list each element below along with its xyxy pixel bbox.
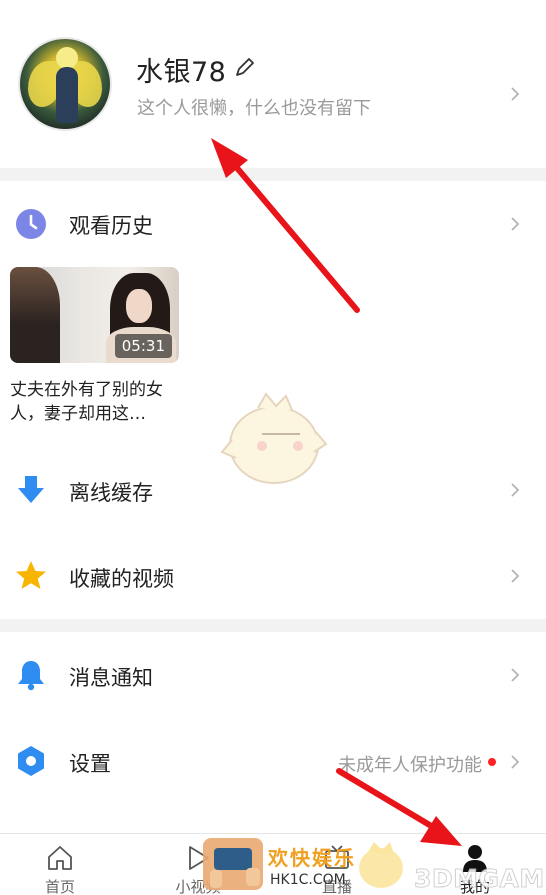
offline-cache-row[interactable]: 离线缓存 xyxy=(0,447,546,533)
notifications-row[interactable]: 消息通知 xyxy=(0,632,546,718)
tab-short-video-label: 小视频 xyxy=(175,878,221,895)
notification-dot xyxy=(488,758,496,766)
home-icon xyxy=(45,843,75,873)
watch-history-row[interactable]: 观看历史 xyxy=(0,181,546,267)
notifications-label: 消息通知 xyxy=(69,666,153,690)
offline-cache-label: 离线缓存 xyxy=(69,481,153,505)
tab-home-label: 首页 xyxy=(44,878,75,895)
watch-history-label: 观看历史 xyxy=(69,214,153,238)
chevron-right-icon xyxy=(510,86,520,102)
chevron-right-icon xyxy=(510,754,520,770)
section-divider xyxy=(0,168,546,181)
chevron-right-icon xyxy=(510,216,520,232)
favorites-row[interactable]: 收藏的视频 xyxy=(0,533,546,619)
favorites-label: 收藏的视频 xyxy=(69,567,174,591)
username: 水银78 xyxy=(136,57,227,88)
chevron-right-icon xyxy=(510,667,520,683)
watermark-site-cn: 欢快娱乐 xyxy=(268,846,356,870)
chevron-right-icon xyxy=(510,568,520,584)
minor-protection-label: 未成年人保护功能 xyxy=(338,755,482,776)
settings-row[interactable]: 设置 未成年人保护功能 xyxy=(0,718,546,804)
watermark-site-domain: HK1C.COM xyxy=(270,872,346,888)
video-duration: 05:31 xyxy=(114,334,172,358)
profile-bio: 这个人很懒，什么也没有留下 xyxy=(137,98,371,119)
tab-short-video[interactable]: 小视频 xyxy=(143,834,253,895)
avatar[interactable] xyxy=(18,37,112,131)
watermark-3dm: 3DMGAME xyxy=(413,864,546,894)
history-video-thumbnail[interactable]: 05:31 xyxy=(10,267,179,363)
tab-home[interactable]: 首页 xyxy=(5,834,115,895)
play-icon xyxy=(183,843,213,873)
download-icon xyxy=(14,473,48,507)
edit-pencil-icon[interactable] xyxy=(232,54,258,80)
bell-icon xyxy=(14,658,48,692)
profile-header[interactable]: 水银78 这个人很懒，什么也没有留下 xyxy=(0,0,546,168)
chevron-right-icon xyxy=(510,482,520,498)
history-video-title[interactable]: 丈夫在外有了别的女人，妻子却用这… xyxy=(10,378,185,426)
section-divider xyxy=(0,619,546,632)
clock-icon xyxy=(14,207,48,241)
star-icon xyxy=(14,559,48,593)
settings-hexagon-icon xyxy=(14,744,48,778)
settings-label: 设置 xyxy=(69,752,111,776)
